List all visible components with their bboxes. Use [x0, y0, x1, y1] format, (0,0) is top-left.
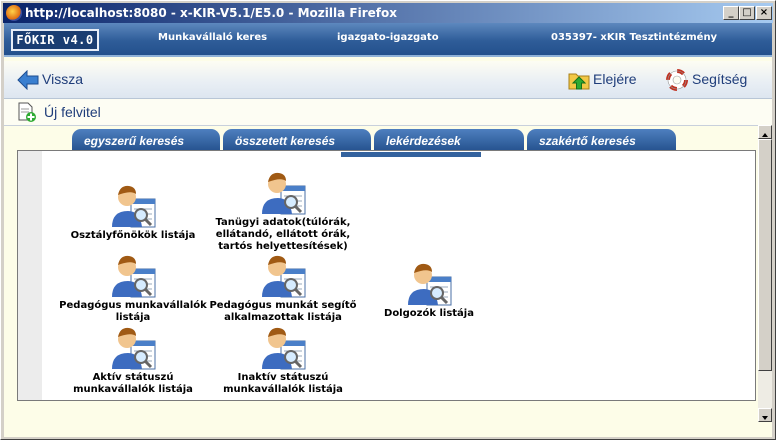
user-list-icon	[112, 185, 156, 228]
report-item-workers[interactable]: Dolgozók listája	[344, 259, 514, 320]
close-button[interactable]: ×	[756, 6, 772, 20]
maximize-button[interactable]: □	[739, 6, 755, 20]
tab-simple-search[interactable]: egyszerű keresés	[72, 129, 220, 152]
home-link[interactable]: Elejére	[564, 61, 644, 98]
user-list-icon	[262, 255, 306, 298]
user-list-icon	[408, 263, 452, 306]
report-item-active-employees[interactable]: Aktív státuszú munkavállalók listája	[48, 323, 218, 396]
user-list-icon	[262, 327, 306, 370]
back-label: Vissza	[42, 71, 83, 87]
user-name: igazgato-igazgato	[337, 32, 439, 43]
back-link[interactable]: Vissza	[4, 61, 94, 98]
panel-margin	[18, 151, 42, 400]
vertical-scrollbar[interactable]	[758, 125, 772, 422]
report-item-inactive-employees[interactable]: Inaktív státuszú munkavállalók listája	[198, 323, 368, 396]
report-label: Inaktív státuszú munkavállalók listája	[223, 372, 343, 395]
report-label: Tanügyi adatok(túlórák, ellátandó, ellát…	[215, 217, 351, 252]
nav-bar: Vissza Elejére Segítség	[4, 61, 772, 99]
toolbar: Új felvitel	[4, 99, 772, 126]
scroll-up-button[interactable]	[758, 125, 772, 139]
firefox-icon	[6, 5, 22, 21]
tab-queries[interactable]: lekérdezések	[374, 129, 524, 152]
tab-advanced-search[interactable]: összetett keresés	[223, 129, 371, 152]
back-arrow-icon	[17, 70, 39, 90]
lifebuoy-icon	[666, 69, 688, 91]
report-label: Osztályfőnökök listája	[70, 230, 196, 241]
report-item-class-teachers[interactable]: Osztályfőnökök listája	[48, 181, 218, 242]
section-title: Munkavállaló keres	[158, 32, 268, 43]
institution-name: 035397- xKIR Tesztintézmény	[551, 32, 718, 43]
home-label: Elejére	[593, 71, 637, 87]
report-label: Aktív státuszú munkavállalók listája	[73, 372, 193, 395]
browser-window: http://localhost:8080 - x-KIR-V5.1/E5.0 …	[0, 0, 776, 440]
user-list-icon	[112, 255, 156, 298]
new-record-button[interactable]: Új felvitel	[14, 99, 114, 125]
help-link[interactable]: Segítség	[664, 61, 764, 98]
new-document-icon	[18, 102, 36, 122]
report-label: Dolgozók listája	[384, 308, 474, 319]
report-label: Pedagógus munkavállalók listája	[59, 300, 207, 323]
scroll-down-button[interactable]	[758, 408, 772, 422]
active-tab-indicator	[341, 152, 481, 157]
report-panel: Osztályfőnökök listája Tanügyi adatok(tú…	[17, 150, 756, 401]
report-label: Pedagógus munkát segítő alkalmazottak li…	[209, 300, 357, 323]
folder-up-icon	[568, 73, 590, 90]
scroll-thumb[interactable]	[758, 139, 772, 371]
window-title: http://localhost:8080 - x-KIR-V5.1/E5.0 …	[25, 6, 397, 20]
user-list-icon	[262, 172, 306, 215]
help-label: Segítség	[692, 71, 748, 87]
report-item-support-staff[interactable]: Pedagógus munkát segítő alkalmazottak li…	[198, 251, 368, 324]
tab-expert-search[interactable]: szakértő keresés	[527, 129, 676, 152]
app-logo: FŐKIR v4.0	[11, 29, 99, 51]
title-bar: http://localhost:8080 - x-KIR-V5.1/E5.0 …	[3, 3, 773, 23]
report-item-teacher-employees[interactable]: Pedagógus munkavállalók listája	[48, 251, 218, 324]
new-record-label: Új felvitel	[44, 104, 101, 120]
report-item-teaching-data[interactable]: Tanügyi adatok(túlórák, ellátandó, ellát…	[198, 168, 368, 253]
down-arrow-icon	[762, 416, 768, 420]
page-content: FŐKIR v4.0 Munkavállaló keres igazgato-i…	[4, 23, 772, 437]
app-header: FŐKIR v4.0 Munkavállaló keres igazgato-i…	[4, 23, 772, 57]
user-list-icon	[112, 327, 156, 370]
minimize-button[interactable]: _	[723, 6, 739, 20]
